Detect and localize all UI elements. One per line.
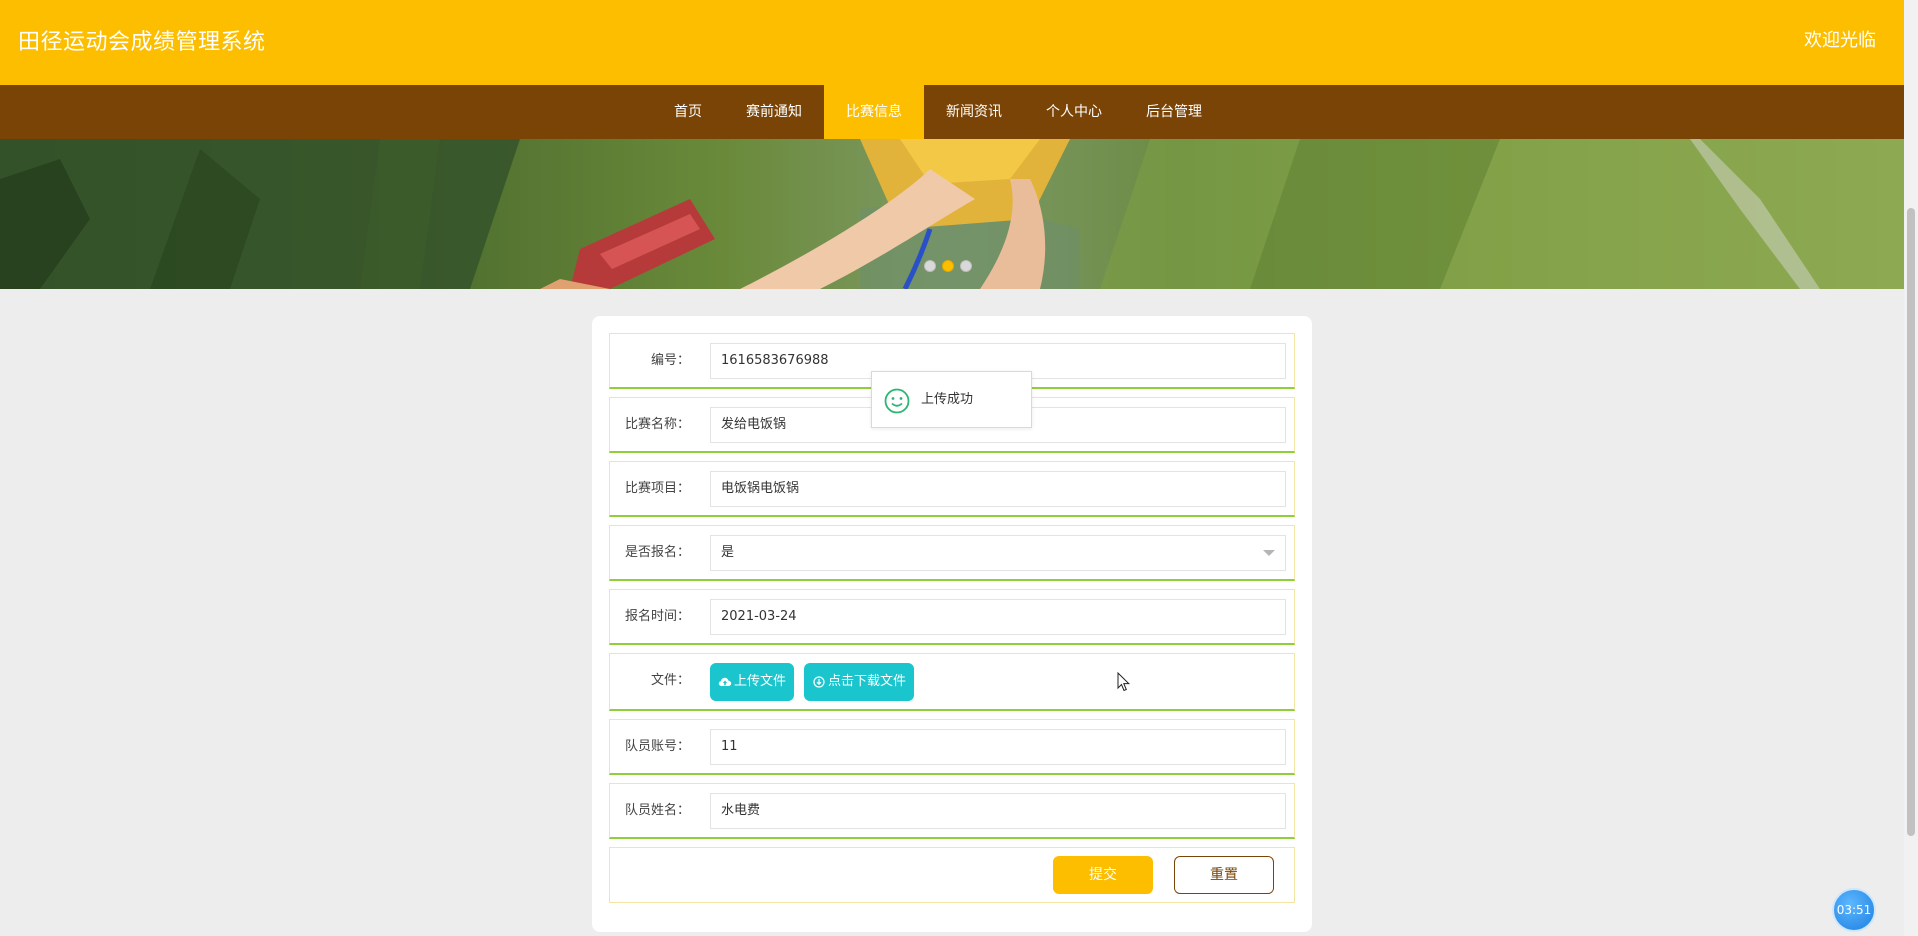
nav-item-profile[interactable]: 个人中心 — [1024, 85, 1124, 139]
upload-file-button[interactable]: 上传文件 — [710, 663, 795, 701]
reset-button[interactable]: 重置 — [1174, 856, 1274, 894]
nav-item-match-info[interactable]: 比赛信息 — [824, 85, 924, 139]
nav-item-admin[interactable]: 后台管理 — [1124, 85, 1224, 139]
main-nav: 首页 赛前通知 比赛信息 新闻资讯 个人中心 后台管理 — [0, 85, 1904, 139]
carousel-dot-2[interactable] — [942, 260, 954, 272]
member-name-field[interactable]: 水电费 — [710, 793, 1286, 829]
registered-label: 是否报名： — [624, 545, 690, 560]
smile-icon — [884, 388, 910, 414]
match-name-label: 比赛名称： — [624, 417, 690, 432]
number-label: 编号： — [650, 353, 690, 368]
scrollbar-thumb[interactable] — [1907, 208, 1915, 836]
welcome-text: 欢迎光临 — [1804, 30, 1876, 51]
nav-item-notice[interactable]: 赛前通知 — [724, 85, 824, 139]
registered-value: 是 — [721, 545, 735, 560]
form-row-member-name: 队员姓名： 水电费 — [609, 783, 1295, 839]
form-row-match-item: 比赛项目： 电饭锅电饭锅 — [609, 461, 1295, 517]
page-scrollbar[interactable] — [1904, 0, 1918, 936]
registered-select[interactable]: 是 — [710, 535, 1286, 571]
download-file-label: 点击下载文件 — [828, 674, 907, 689]
member-account-field[interactable]: 11 — [710, 729, 1286, 765]
form-row-register-time: 报名时间： 2021-03-24 — [609, 589, 1295, 645]
carousel-dots — [924, 260, 972, 272]
submit-button[interactable]: 提交 — [1053, 856, 1153, 894]
cloud-upload-icon — [718, 677, 732, 686]
upload-file-label: 上传文件 — [734, 674, 787, 689]
carousel-dot-3[interactable] — [960, 260, 972, 272]
form-row-actions: 提交 重置 — [609, 847, 1295, 903]
nav-items: 首页 赛前通知 比赛信息 新闻资讯 个人中心 后台管理 — [652, 85, 1224, 139]
clock-widget[interactable]: 03:51 — [1832, 888, 1876, 932]
match-item-field[interactable]: 电饭锅电饭锅 — [710, 471, 1286, 507]
match-item-label: 比赛项目： — [624, 481, 690, 496]
chevron-down-icon — [1263, 550, 1275, 556]
member-account-label: 队员账号： — [624, 739, 690, 754]
toast-message: 上传成功 — [921, 392, 974, 407]
carousel-dot-1[interactable] — [924, 260, 936, 272]
banner-carousel — [0, 139, 1904, 289]
form-row-file: 文件： 上传文件 点击下载文件 — [609, 653, 1295, 711]
register-time-label: 报名时间： — [624, 609, 690, 624]
site-title: 田径运动会成绩管理系统 — [18, 30, 266, 55]
download-icon — [813, 676, 825, 688]
nav-item-home[interactable]: 首页 — [652, 85, 724, 139]
register-time-field[interactable]: 2021-03-24 — [710, 599, 1286, 635]
nav-item-news[interactable]: 新闻资讯 — [924, 85, 1024, 139]
form-row-member-account: 队员账号： 11 — [609, 719, 1295, 775]
form-row-registered: 是否报名： 是 — [609, 525, 1295, 581]
upload-success-toast: 上传成功 — [871, 371, 1032, 428]
mouse-cursor-icon — [1117, 672, 1131, 692]
download-file-button[interactable]: 点击下载文件 — [804, 663, 915, 701]
member-name-label: 队员姓名： — [624, 803, 690, 818]
file-label: 文件： — [650, 673, 690, 688]
site-header: 田径运动会成绩管理系统 欢迎光临 — [0, 0, 1904, 85]
